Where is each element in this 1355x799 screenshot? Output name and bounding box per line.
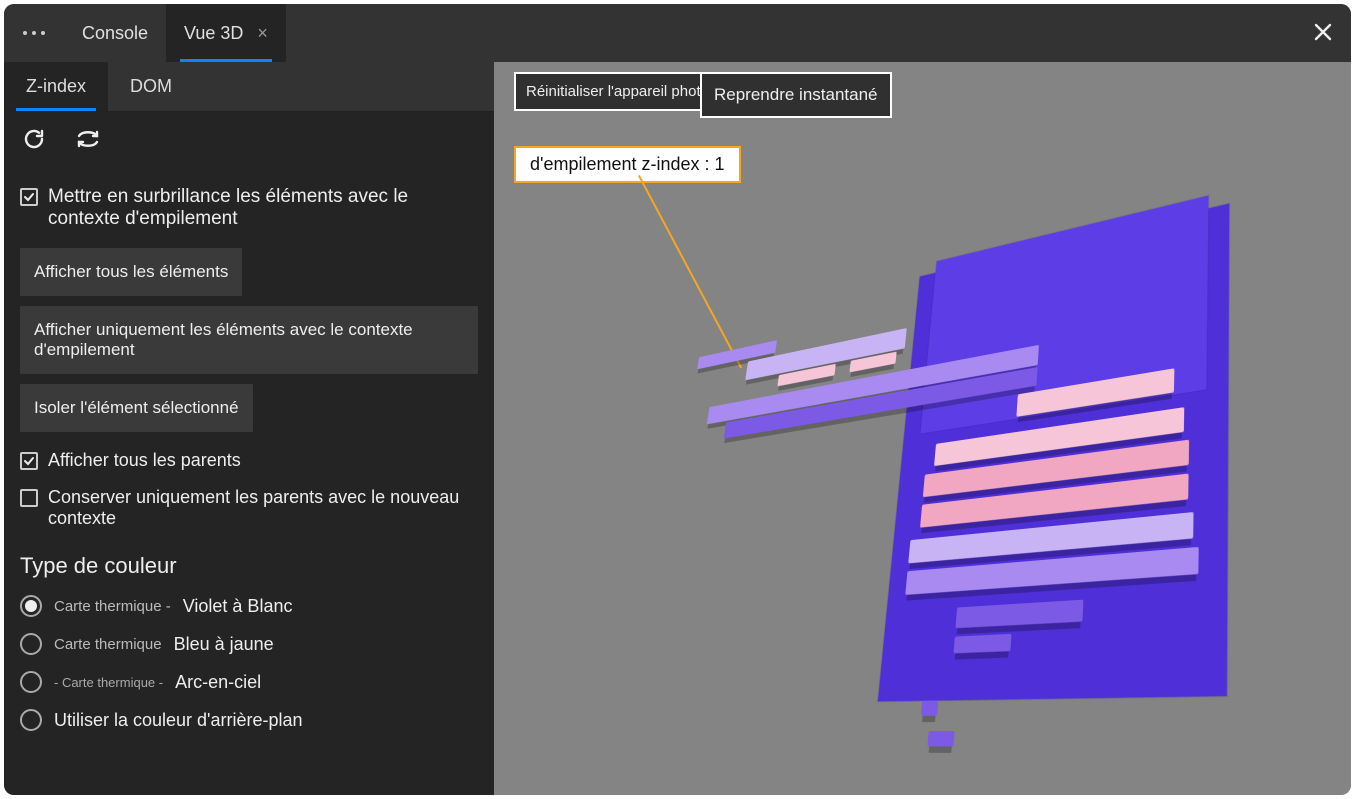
check-show-parents[interactable]: Afficher tous les parents [16,442,482,479]
viewport-3d[interactable]: Réinitialiser l'appareil photo Reprendre… [494,62,1351,795]
subtab-zindex[interactable]: Z-index [4,62,108,111]
main: Z-index DOM Mettre en surbrillance les é… [4,62,1351,795]
zindex-callout: d'empilement z-index : 1 [514,146,741,183]
tab-vue3d-label: Vue 3D [184,23,243,44]
check-highlight[interactable]: Mettre en surbrillance les éléments avec… [16,178,482,238]
checkbox-icon [20,452,38,470]
layer-bar [927,731,954,747]
radio-label: Bleu à jaune [174,634,274,655]
tab-console[interactable]: Console [64,4,166,62]
subtab-zindex-label: Z-index [26,76,86,97]
show-stacking-only-label: Afficher uniquement les éléments avec le… [34,320,413,359]
subtabs: Z-index DOM [4,62,494,112]
devtools-window: Console Vue 3D × Z-index DOM [4,4,1351,795]
subtab-dom-label: DOM [130,76,172,97]
tabs: Console Vue 3D × [64,4,286,62]
tab-console-label: Console [82,23,148,44]
options: Mettre en surbrillance les éléments avec… [4,166,494,747]
retake-snapshot-button[interactable]: Reprendre instantané [700,72,892,118]
radio-icon [20,633,42,655]
toolbar [4,112,494,166]
radio-prefix: - Carte thermique - [54,675,163,690]
radio-icon [20,709,42,731]
check-show-parents-label: Afficher tous les parents [48,450,241,471]
radio-icon [20,671,42,693]
radio-rainbow[interactable]: - Carte thermique - Arc-en-ciel [16,663,482,701]
radio-prefix: Carte thermique - [54,598,171,615]
3d-scene [614,193,1277,772]
radio-label: Violet à Blanc [183,596,293,617]
radio-background-color[interactable]: Utiliser la couleur d'arrière-plan [16,701,482,739]
close-panel-icon[interactable] [1309,18,1337,52]
topbar: Console Vue 3D × [4,4,1351,62]
sidebar: Z-index DOM Mettre en surbrillance les é… [4,62,494,795]
layer-bar [953,634,1011,654]
show-all-button[interactable]: Afficher tous les éléments [20,248,242,296]
retake-label: Reprendre instantané [714,85,878,104]
radio-label: Utiliser la couleur d'arrière-plan [54,710,303,731]
color-type-heading: Type de couleur [16,537,482,587]
radio-prefix: Carte thermique [54,636,162,653]
isolate-button[interactable]: Isoler l'élément sélectionné [20,384,253,432]
radio-purple-white[interactable]: Carte thermique - Violet à Blanc [16,587,482,625]
more-menu-icon[interactable] [4,31,64,35]
swap-icon[interactable] [74,127,102,151]
checkbox-icon [20,188,38,206]
reset-camera-button[interactable]: Réinitialiser l'appareil photo [514,72,721,111]
check-keep-parents-label: Conserver uniquement les parents avec le… [48,487,478,529]
check-highlight-label: Mettre en surbrillance les éléments avec… [48,186,478,230]
show-stacking-only-button[interactable]: Afficher uniquement les éléments avec le… [20,306,478,374]
reload-icon[interactable] [22,127,46,151]
tab-vue3d[interactable]: Vue 3D × [166,4,286,62]
radio-blue-yellow[interactable]: Carte thermique Bleu à jaune [16,625,482,663]
layer-bar [921,701,939,716]
close-tab-icon[interactable]: × [257,24,268,42]
radio-label: Arc-en-ciel [175,672,261,693]
reset-camera-label: Réinitialiser l'appareil photo [526,83,709,100]
show-all-label: Afficher tous les éléments [34,262,228,281]
check-keep-parents[interactable]: Conserver uniquement les parents avec le… [16,479,482,537]
subtab-dom[interactable]: DOM [108,62,194,111]
checkbox-icon [20,489,38,507]
isolate-label: Isoler l'élément sélectionné [34,398,239,417]
radio-icon [20,595,42,617]
